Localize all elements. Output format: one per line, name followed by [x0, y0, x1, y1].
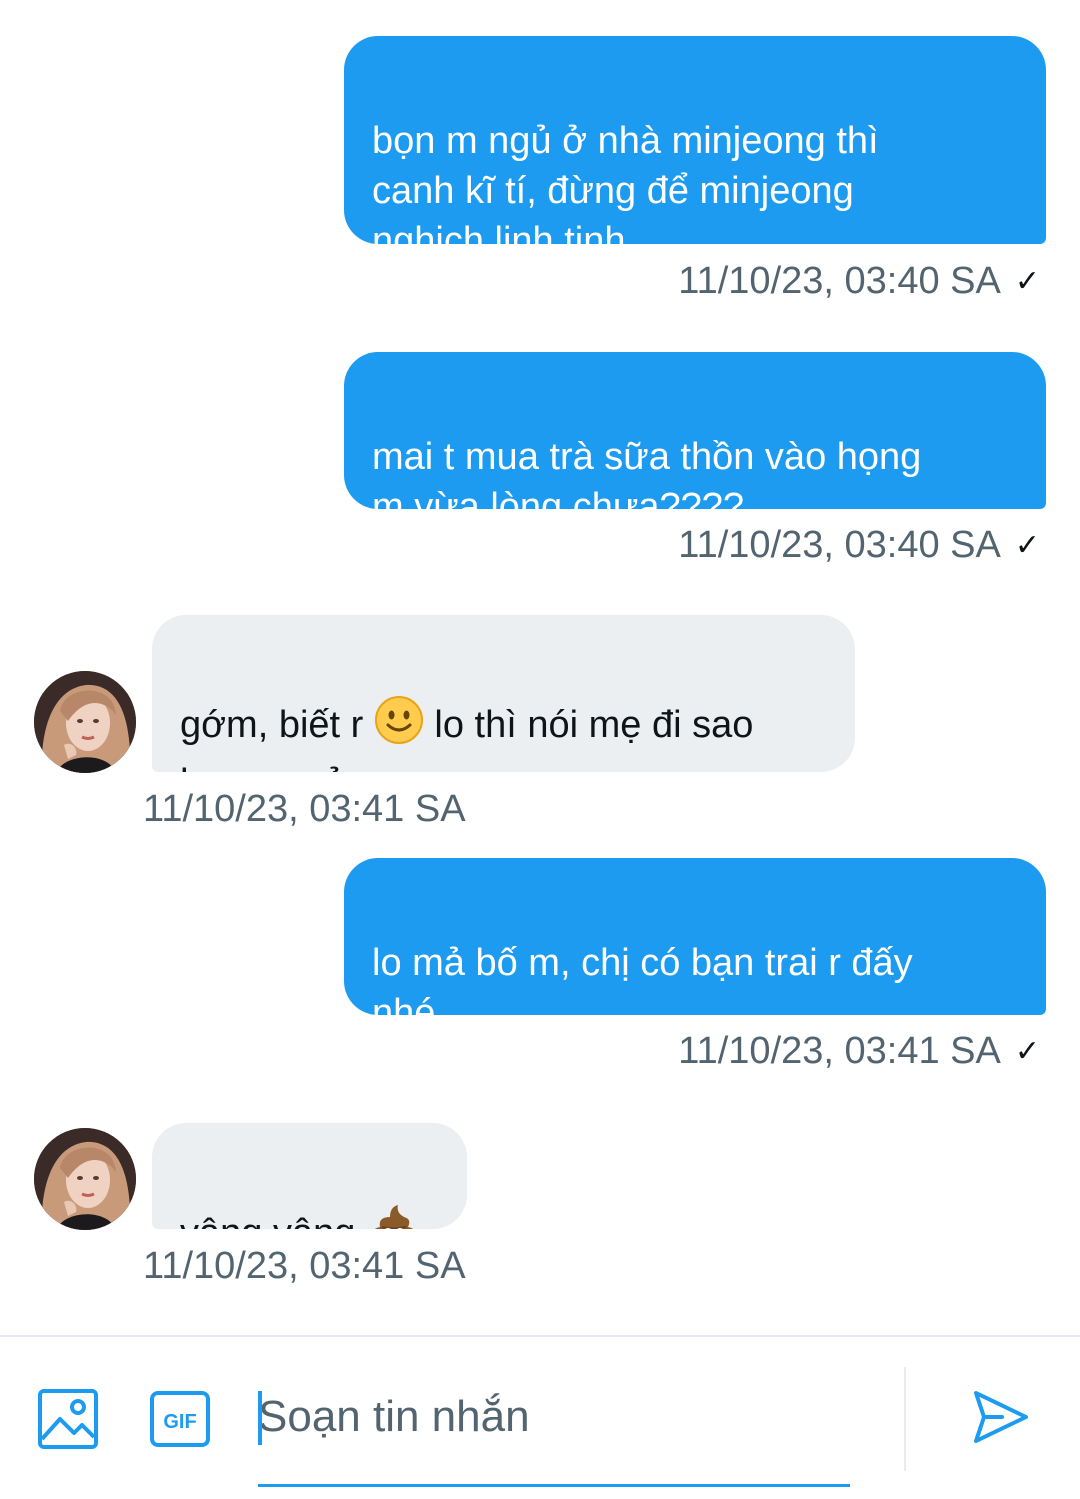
message-timestamp: 11/10/23, 03:40 SA ✓	[678, 258, 1040, 305]
add-gif-button[interactable]: GIF	[148, 1387, 212, 1451]
message-timestamp: 11/10/23, 03:41 SA ✓	[678, 1028, 1040, 1075]
svg-text:GIF: GIF	[163, 1411, 196, 1433]
slightly-smiling-face-icon	[374, 695, 424, 758]
avatar-photo	[34, 671, 136, 773]
send-button[interactable]	[968, 1385, 1032, 1449]
message-input-wrap	[258, 1377, 850, 1487]
input-underline	[258, 1484, 850, 1487]
image-icon	[38, 1389, 98, 1449]
text-caret	[258, 1391, 262, 1445]
avatar[interactable]	[34, 1128, 136, 1230]
message-text: bọn m ngủ ở nhà minjeong thì canh kĩ tí,…	[372, 120, 879, 244]
message-text: lo mả bố m, chị có bạn trai r đấy nhé	[372, 942, 913, 1015]
message-text: vâng vâng	[180, 1212, 366, 1229]
add-image-button[interactable]	[36, 1387, 100, 1451]
read-check-icon: ✓	[1014, 1035, 1040, 1068]
send-icon	[974, 1391, 1028, 1443]
message-bubble-outgoing[interactable]: mai t mua trà sữa thồn vào họng m vừa lò…	[344, 352, 1046, 509]
message-text: gớm, biết r	[180, 704, 374, 746]
message-bubble-outgoing[interactable]: bọn m ngủ ở nhà minjeong thì canh kĩ tí,…	[344, 36, 1046, 244]
message-timestamp: 11/10/23, 03:41 SA	[143, 1245, 466, 1287]
message-composer: GIF	[0, 1335, 1080, 1499]
conversation-thread: bọn m ngủ ở nhà minjeong thì canh kĩ tí,…	[0, 0, 1080, 1335]
message-bubble-incoming[interactable]: vâng vâng	[152, 1123, 467, 1229]
read-check-icon: ✓	[1014, 529, 1040, 562]
gif-icon: GIF	[150, 1391, 210, 1447]
message-timestamp: 11/10/23, 03:41 SA	[143, 788, 466, 830]
avatar[interactable]	[34, 671, 136, 773]
divider	[904, 1367, 906, 1471]
pile-of-poo-icon	[366, 1203, 422, 1229]
avatar-photo	[34, 1128, 136, 1230]
read-check-icon: ✓	[1014, 265, 1040, 298]
message-bubble-incoming[interactable]: gớm, biết r lo thì nói mẹ đi sao hay ga …	[152, 615, 855, 772]
message-input[interactable]	[258, 1377, 850, 1457]
message-bubble-outgoing[interactable]: lo mả bố m, chị có bạn trai r đấy nhé	[344, 858, 1046, 1015]
message-timestamp: 11/10/23, 03:40 SA ✓	[678, 522, 1040, 569]
message-text: mai t mua trà sữa thồn vào họng m vừa lò…	[372, 436, 922, 509]
